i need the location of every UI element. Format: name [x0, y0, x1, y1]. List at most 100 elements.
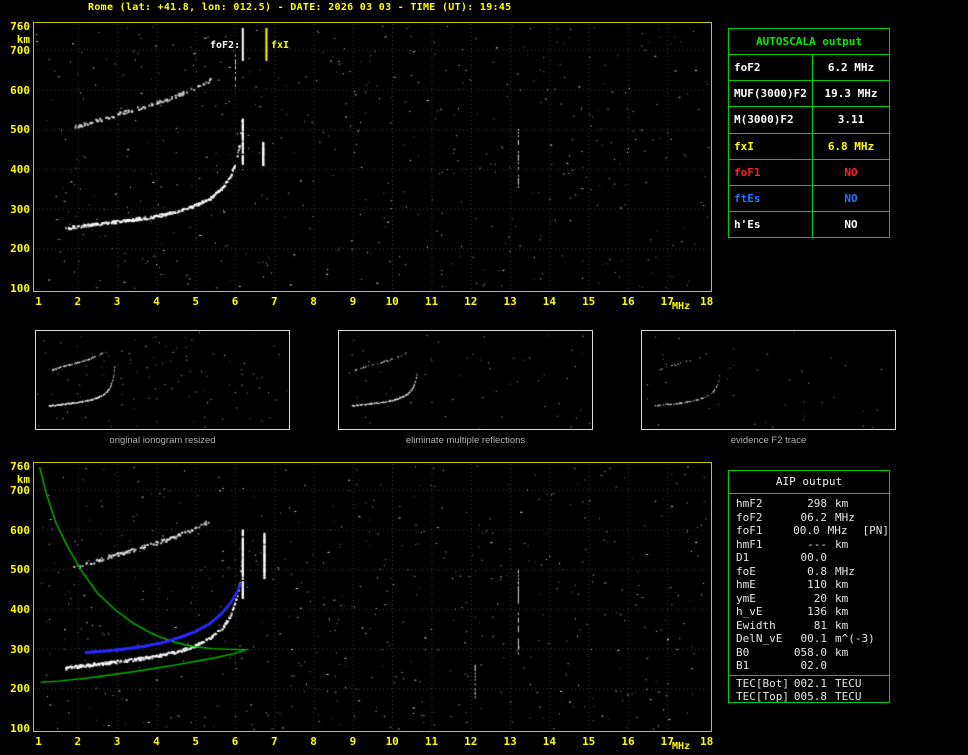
autoscala-row-label: ftEs — [729, 185, 813, 211]
autoscala-row-label: foF2 — [729, 55, 813, 81]
ionogram-bottom-canvas — [34, 463, 711, 731]
y-axis-unit: km — [16, 33, 30, 46]
aip-row-fof1: foF1 00.0 MHz [PN] — [729, 524, 889, 538]
x-tick-label-6: 6 — [231, 735, 239, 748]
x-tick-label-9: 9 — [349, 295, 357, 308]
aip-row-unit: MHz — [835, 564, 855, 578]
x-tick-label-18: 18 — [699, 735, 714, 748]
x-tick-label-3: 3 — [113, 295, 121, 308]
x-tick-label-15: 15 — [582, 735, 596, 748]
x-tick-label-4: 4 — [153, 735, 160, 748]
aip-row-unit: km — [835, 497, 849, 510]
x-tick-label-10: 10 — [385, 295, 399, 308]
aip-row-label: hmF1 — [736, 537, 763, 551]
ionogram-top-canvas — [34, 23, 711, 291]
thumbnail-evidence-f2: evidence F2 trace — [641, 330, 896, 450]
aip-row-label: DelN_vE — [736, 632, 783, 645]
x-tick-label-15: 15 — [582, 295, 596, 308]
autoscala-row-h-es: h'Es NO — [729, 211, 889, 237]
x-tick-label-6: 6 — [231, 295, 239, 308]
aip-row-label: h_vE — [736, 605, 763, 618]
autoscala-row-value: 6.8 MHz — [827, 139, 875, 153]
station-title: Rome (lat: +41.8, lon: 012.5) - DATE: 20… — [88, 2, 512, 13]
autoscala-row-fxi: fxI 6.8 MHz — [729, 133, 889, 160]
aip-row-value: 00.0 — [793, 524, 820, 537]
x-tick-label-14: 14 — [542, 295, 557, 308]
aip-row-value: 02.0 — [800, 659, 828, 672]
thumbnail-eliminate-canvas — [338, 330, 593, 430]
aip-row-fof2: foF2 06.2 MHz — [729, 511, 889, 525]
x-tick-label-14: 14 — [542, 735, 557, 748]
aip-row-ewidth: Ewidth 81 km — [729, 619, 889, 633]
aip-row-label: Ewidth — [736, 618, 776, 632]
aip-row-unit: km — [835, 618, 849, 632]
aip-tec-label: TEC[Top] — [736, 690, 789, 703]
x-tick-label-7: 7 — [270, 295, 278, 308]
x-tick-label-1: 1 — [35, 735, 42, 748]
autoscala-row-value: 3.11 — [837, 113, 865, 127]
thumbnail-original-caption: original ionogram resized — [109, 435, 216, 446]
autoscala-table: AUTOSCALA output foF2 6.2 MHz MUF(3000)F2 1… — [728, 28, 890, 238]
x-tick-label-16: 16 — [621, 295, 635, 308]
aip-row-label: foF2 — [736, 510, 763, 524]
thumbnail-evidence-canvas — [641, 330, 896, 430]
autoscala-row-value: NO — [844, 217, 858, 231]
aip-row-label: foE — [736, 564, 756, 578]
aip-tec-row-tec-bot: TEC[Bot] 002.1 TECU — [729, 677, 889, 691]
aip-row-value: 20 — [813, 591, 827, 605]
x-tick-label-16: 16 — [621, 735, 635, 748]
aip-row-hmf1: hmF1 --- km — [729, 538, 889, 552]
aip-row-d1: D1 00.0 — [729, 551, 889, 565]
aip-table-title: AIP output — [729, 471, 889, 494]
aip-row-value: 110 — [807, 578, 827, 591]
aip-row-h-ve: h_vE 136 km — [729, 605, 889, 619]
aip-row-b0: B0 058.0 km — [729, 646, 889, 660]
autoscala-row-value: 6.2 MHz — [827, 61, 875, 75]
x-tick-label-18: 18 — [699, 295, 714, 308]
ionogram-plot-top: foF2: fxI — [33, 22, 712, 292]
aip-table-rows: hmF2 298 km foF2 06.2 MHz foF1 00.0 MHz [PN] hmF1-… — [729, 494, 889, 673]
ionogram-plot-bottom — [33, 462, 712, 732]
y-tick-label-760: 760 — [10, 20, 30, 33]
autoscala-row-value: 19.3 MHz — [824, 87, 878, 101]
x-tick-label-5: 5 — [192, 735, 199, 748]
x-axis-unit: MHz — [672, 741, 691, 752]
x-tick-label-4: 4 — [153, 295, 160, 308]
y-tick-label-200: 200 — [10, 682, 30, 696]
aip-row-unit: MHz — [835, 510, 855, 524]
aip-table-tec-rows: TEC[Bot] 002.1 TECU TEC[Top] 005.8 TECU — [729, 674, 889, 703]
aip-row-unit — [827, 659, 873, 673]
autoscala-row-label: fxI — [729, 133, 813, 159]
aip-tec-label: TEC[Bot] — [736, 676, 789, 690]
x-tick-label-2: 2 — [74, 735, 82, 748]
x-tick-label-5: 5 — [192, 295, 199, 308]
x-tick-label-13: 13 — [503, 295, 517, 308]
y-tick-label-300: 300 — [10, 202, 30, 216]
aip-row-label: hmF2 — [736, 497, 763, 510]
aip-tec-unit: TECU — [835, 690, 862, 703]
x-tick-label-10: 10 — [385, 735, 399, 748]
aip-row-unit — [827, 551, 873, 565]
aip-row-value: 058.0 — [793, 645, 827, 659]
y-tick-label-500: 500 — [10, 563, 30, 577]
x-tick-label-7: 7 — [270, 735, 278, 748]
aip-row-value: 00.1 — [800, 632, 828, 645]
autoscala-row-muf-3000-f2: MUF(3000)F2 19.3 MHz — [729, 81, 889, 108]
aip-row-unit: km — [835, 591, 849, 605]
aip-row-label: D1 — [736, 551, 750, 564]
aip-row-label: hmE — [736, 578, 756, 591]
aip-row-deln-ve: DelN_vE 00.1 m^(-3) — [729, 632, 889, 646]
aip-row-b1: B1 02.0 — [729, 659, 889, 673]
x-tick-label-13: 13 — [503, 735, 517, 748]
y-tick-label-500: 500 — [10, 123, 30, 137]
thumbnail-eliminate-caption: eliminate multiple reflections — [405, 435, 526, 446]
aip-tec-row-tec-top: TEC[Top] 005.8 TECU — [729, 690, 889, 703]
x-tick-label-3: 3 — [113, 735, 121, 748]
aip-row-unit: km — [835, 537, 849, 551]
y-tick-label-600: 600 — [10, 83, 30, 97]
autoscala-row-label: M(3000)F2 — [729, 107, 813, 133]
y-tick-label-100: 100 — [10, 282, 30, 295]
autoscala-table-title: AUTOSCALA output — [729, 29, 889, 56]
aip-row-unit: km — [835, 645, 849, 659]
aip-row-value: 0.8 — [807, 564, 827, 578]
